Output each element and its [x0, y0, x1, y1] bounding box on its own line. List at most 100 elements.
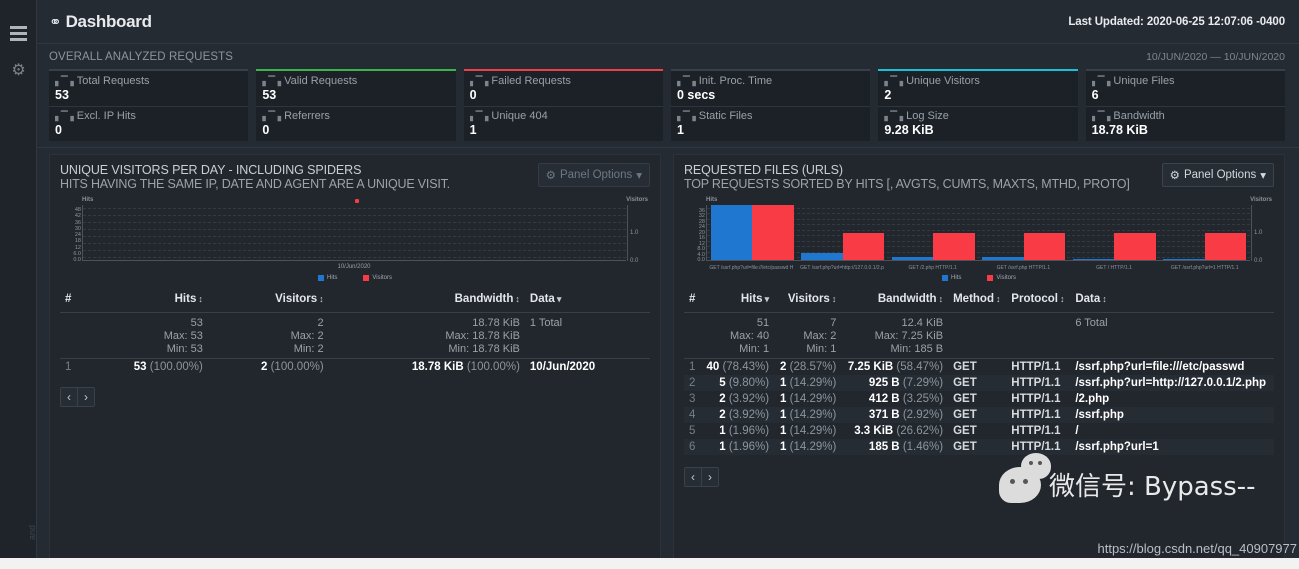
th-visitors[interactable]: Visitors ↕	[207, 289, 329, 313]
cell-protocol: HTTP/1.1	[1006, 375, 1071, 391]
th-method[interactable]: Method ↕	[948, 289, 1007, 313]
last-updated-label: Last Updated: 2020-06-25 12:07:06 -0400	[1068, 15, 1285, 28]
bar-group	[888, 205, 979, 260]
th-bandwidth[interactable]: Bandwidth ↕	[328, 289, 525, 313]
table-row[interactable]: 4 2 (3.92%) 1 (14.29%) 371 B (2.92%) GET…	[684, 407, 1274, 423]
stat-log-size: ▖▔▗ Log Size 9.28 KiB	[878, 106, 1078, 141]
stat-valid-requests: ▖▔▗ Valid Requests 53	[256, 69, 456, 106]
cell-data: /ssrf.php?url=file:///etc/passwd	[1075, 361, 1245, 373]
stat-value: 6	[1091, 88, 1099, 102]
stat-label: Unique 404	[491, 110, 548, 122]
chart-plot-area: 0.0 4.0 8.0 12 16 20 24 28 32 36	[697, 205, 1250, 263]
table-row[interactable]: 6 1 (1.96%) 1 (14.29%) 185 B (1.46%) GET…	[684, 439, 1274, 455]
bar-hits	[710, 205, 753, 260]
cell-index: 6	[684, 439, 701, 455]
cell-protocol: HTTP/1.1	[1011, 361, 1061, 373]
bar-visitors	[752, 205, 794, 260]
y-tick: 48	[74, 207, 81, 214]
cell-hits: 2 (3.92%)	[719, 393, 770, 405]
th-bandwidth[interactable]: Bandwidth ↕	[841, 289, 949, 313]
stat-label: Referrers	[284, 110, 330, 122]
stat-static-files: ▖▔▗ Static Files 1	[670, 106, 871, 141]
legend-item-hits[interactable]: Hits	[318, 275, 337, 281]
stat-label: Init. Proc. Time	[698, 75, 773, 87]
bar-group	[798, 205, 889, 260]
sort-icon: ↕	[831, 294, 837, 304]
y2-tick: 1.0	[1254, 230, 1263, 236]
bar-visitors	[842, 232, 885, 260]
table-row[interactable]: 2 5 (9.80%) 1 (14.29%) 925 B (7.29%) GET…	[684, 375, 1274, 391]
th-hits[interactable]: Hits ↕	[76, 289, 208, 313]
x-label: GET /ssrf.php?url=file:///etc/passwd H	[709, 265, 794, 271]
stat-value: 0	[469, 88, 477, 102]
th-data[interactable]: Data ↕	[1070, 289, 1274, 313]
cell-bandwidth: 412 B (3.25%)	[868, 393, 944, 405]
stat-label: Log Size	[906, 110, 949, 122]
overall-date-range: 10/JUN/2020 — 10/JUN/2020	[1146, 51, 1285, 63]
th-protocol[interactable]: Protocol ↕	[1006, 289, 1071, 313]
stat-value: 1	[676, 123, 684, 137]
x-label: GET /ssrf.php?url=http://127.0.0.1/2.p	[800, 265, 884, 271]
chart-bars	[707, 205, 1250, 260]
bar-hits	[1163, 258, 1205, 260]
y-tick: 8.0	[697, 246, 705, 252]
pager-right: ‹ ›	[684, 467, 719, 487]
stat-label: Valid Requests	[284, 75, 358, 87]
panels-container: UNIQUE VISITORS PER DAY - INCLUDING SPID…	[37, 148, 1299, 558]
stat-failed-requests: ▖▔▗ Failed Requests 0	[463, 69, 663, 106]
cell-data: 10/Jun/2020	[529, 361, 596, 373]
bar-group	[707, 205, 798, 260]
cell-protocol: HTTP/1.1	[1011, 425, 1061, 437]
legend-item-visitors[interactable]: Visitors	[363, 275, 392, 281]
chart-legend-left: Hits Visitors	[60, 275, 650, 281]
summary-visitors: 7 Max: 2 Min: 1	[803, 317, 837, 355]
page-title: Dashboard	[65, 11, 152, 31]
y-tick: 0.0	[73, 257, 81, 263]
sidebar: ⚙ and	[0, 0, 37, 558]
sidebar-vertical-label: and	[27, 524, 37, 540]
cell-data: /2.php	[1075, 393, 1110, 405]
pager-prev-button[interactable]: ‹	[685, 468, 701, 486]
pager-prev-button[interactable]: ‹	[61, 388, 77, 406]
stat-excl-ip-hits: ▖▔▗ Excl. IP Hits 0	[49, 106, 249, 141]
panel-subtitle: TOP REQUESTS SORTED BY HITS [, AVGTS, CU…	[684, 177, 1130, 191]
chart-y-axis-label: Hits	[706, 197, 718, 203]
table-row[interactable]: 3 2 (3.92%) 1 (14.29%) 412 B (3.25%) GET…	[684, 391, 1274, 407]
legend-item-hits[interactable]: Hits	[942, 275, 961, 281]
table-row[interactable]: 5 1 (1.96%) 1 (14.29%) 3.3 KiB (26.62%) …	[684, 423, 1274, 439]
y-tick: 42	[74, 213, 81, 220]
pager-next-button[interactable]: ›	[77, 388, 94, 406]
chart-x-label: 10/Jun/2020	[337, 264, 371, 270]
sort-icon: ↕	[198, 294, 203, 304]
cell-index: 4	[684, 407, 701, 423]
table-row[interactable]: 1 40 (78.43%) 2 (28.57%) 7.25 KiB (58.47…	[684, 359, 1274, 376]
th-visitors[interactable]: Visitors ↕	[774, 289, 842, 313]
summary-hits: 53 Max: 53 Min: 53	[163, 317, 203, 355]
th-data[interactable]: Data ▾	[524, 289, 650, 313]
y-tick: 16	[698, 235, 705, 241]
table-unique-visitors-per-day: # Hits ↕ Visitors ↕ Bandwidth ↕ Data ▾ 53	[60, 289, 650, 375]
settings-button[interactable]: ⚙	[0, 52, 37, 90]
cell-data: /ssrf.php	[1070, 407, 1274, 423]
panel-options-button-left[interactable]: ⚙ Panel Options ▾	[537, 163, 650, 187]
legend-swatch-hits-icon	[942, 275, 949, 281]
pager-next-button[interactable]: ›	[701, 468, 718, 486]
cell-method: GET	[953, 393, 977, 405]
table-requested-files: # Hits ▾ Visitors ↕ Bandwidth ↕ Method ↕ Pro…	[684, 289, 1274, 455]
th-hits[interactable]: Hits ▾	[700, 289, 775, 313]
panel-options-button-right[interactable]: ⚙ Panel Options ▾	[1161, 163, 1274, 187]
bar-chart-icon: ▖▔▗	[469, 75, 489, 86]
bar-chart-icon: ▖▔▗	[1091, 110, 1111, 121]
chart-unique-visitors-per-day: Hits Visitors 0.0 6.0 12 18 24 30 36 42 …	[60, 197, 650, 281]
menu-toggle-button[interactable]	[0, 14, 37, 52]
sort-icon: ↕	[319, 294, 324, 304]
y-tick: 24	[74, 232, 81, 239]
legend-item-visitors[interactable]: Visitors	[987, 275, 1016, 281]
cell-protocol: HTTP/1.1	[1006, 407, 1071, 423]
table-row[interactable]: 1 53 (100.00%) 2 (100.00%) 18.78 KiB (10…	[60, 359, 650, 376]
cell-hits: 5 (9.80%)	[700, 375, 775, 391]
cell-index: 3	[689, 393, 696, 405]
bar-chart-icon: ▖▔▗	[676, 75, 696, 86]
bar-hits	[1072, 258, 1115, 260]
y-tick: 20	[698, 229, 705, 236]
